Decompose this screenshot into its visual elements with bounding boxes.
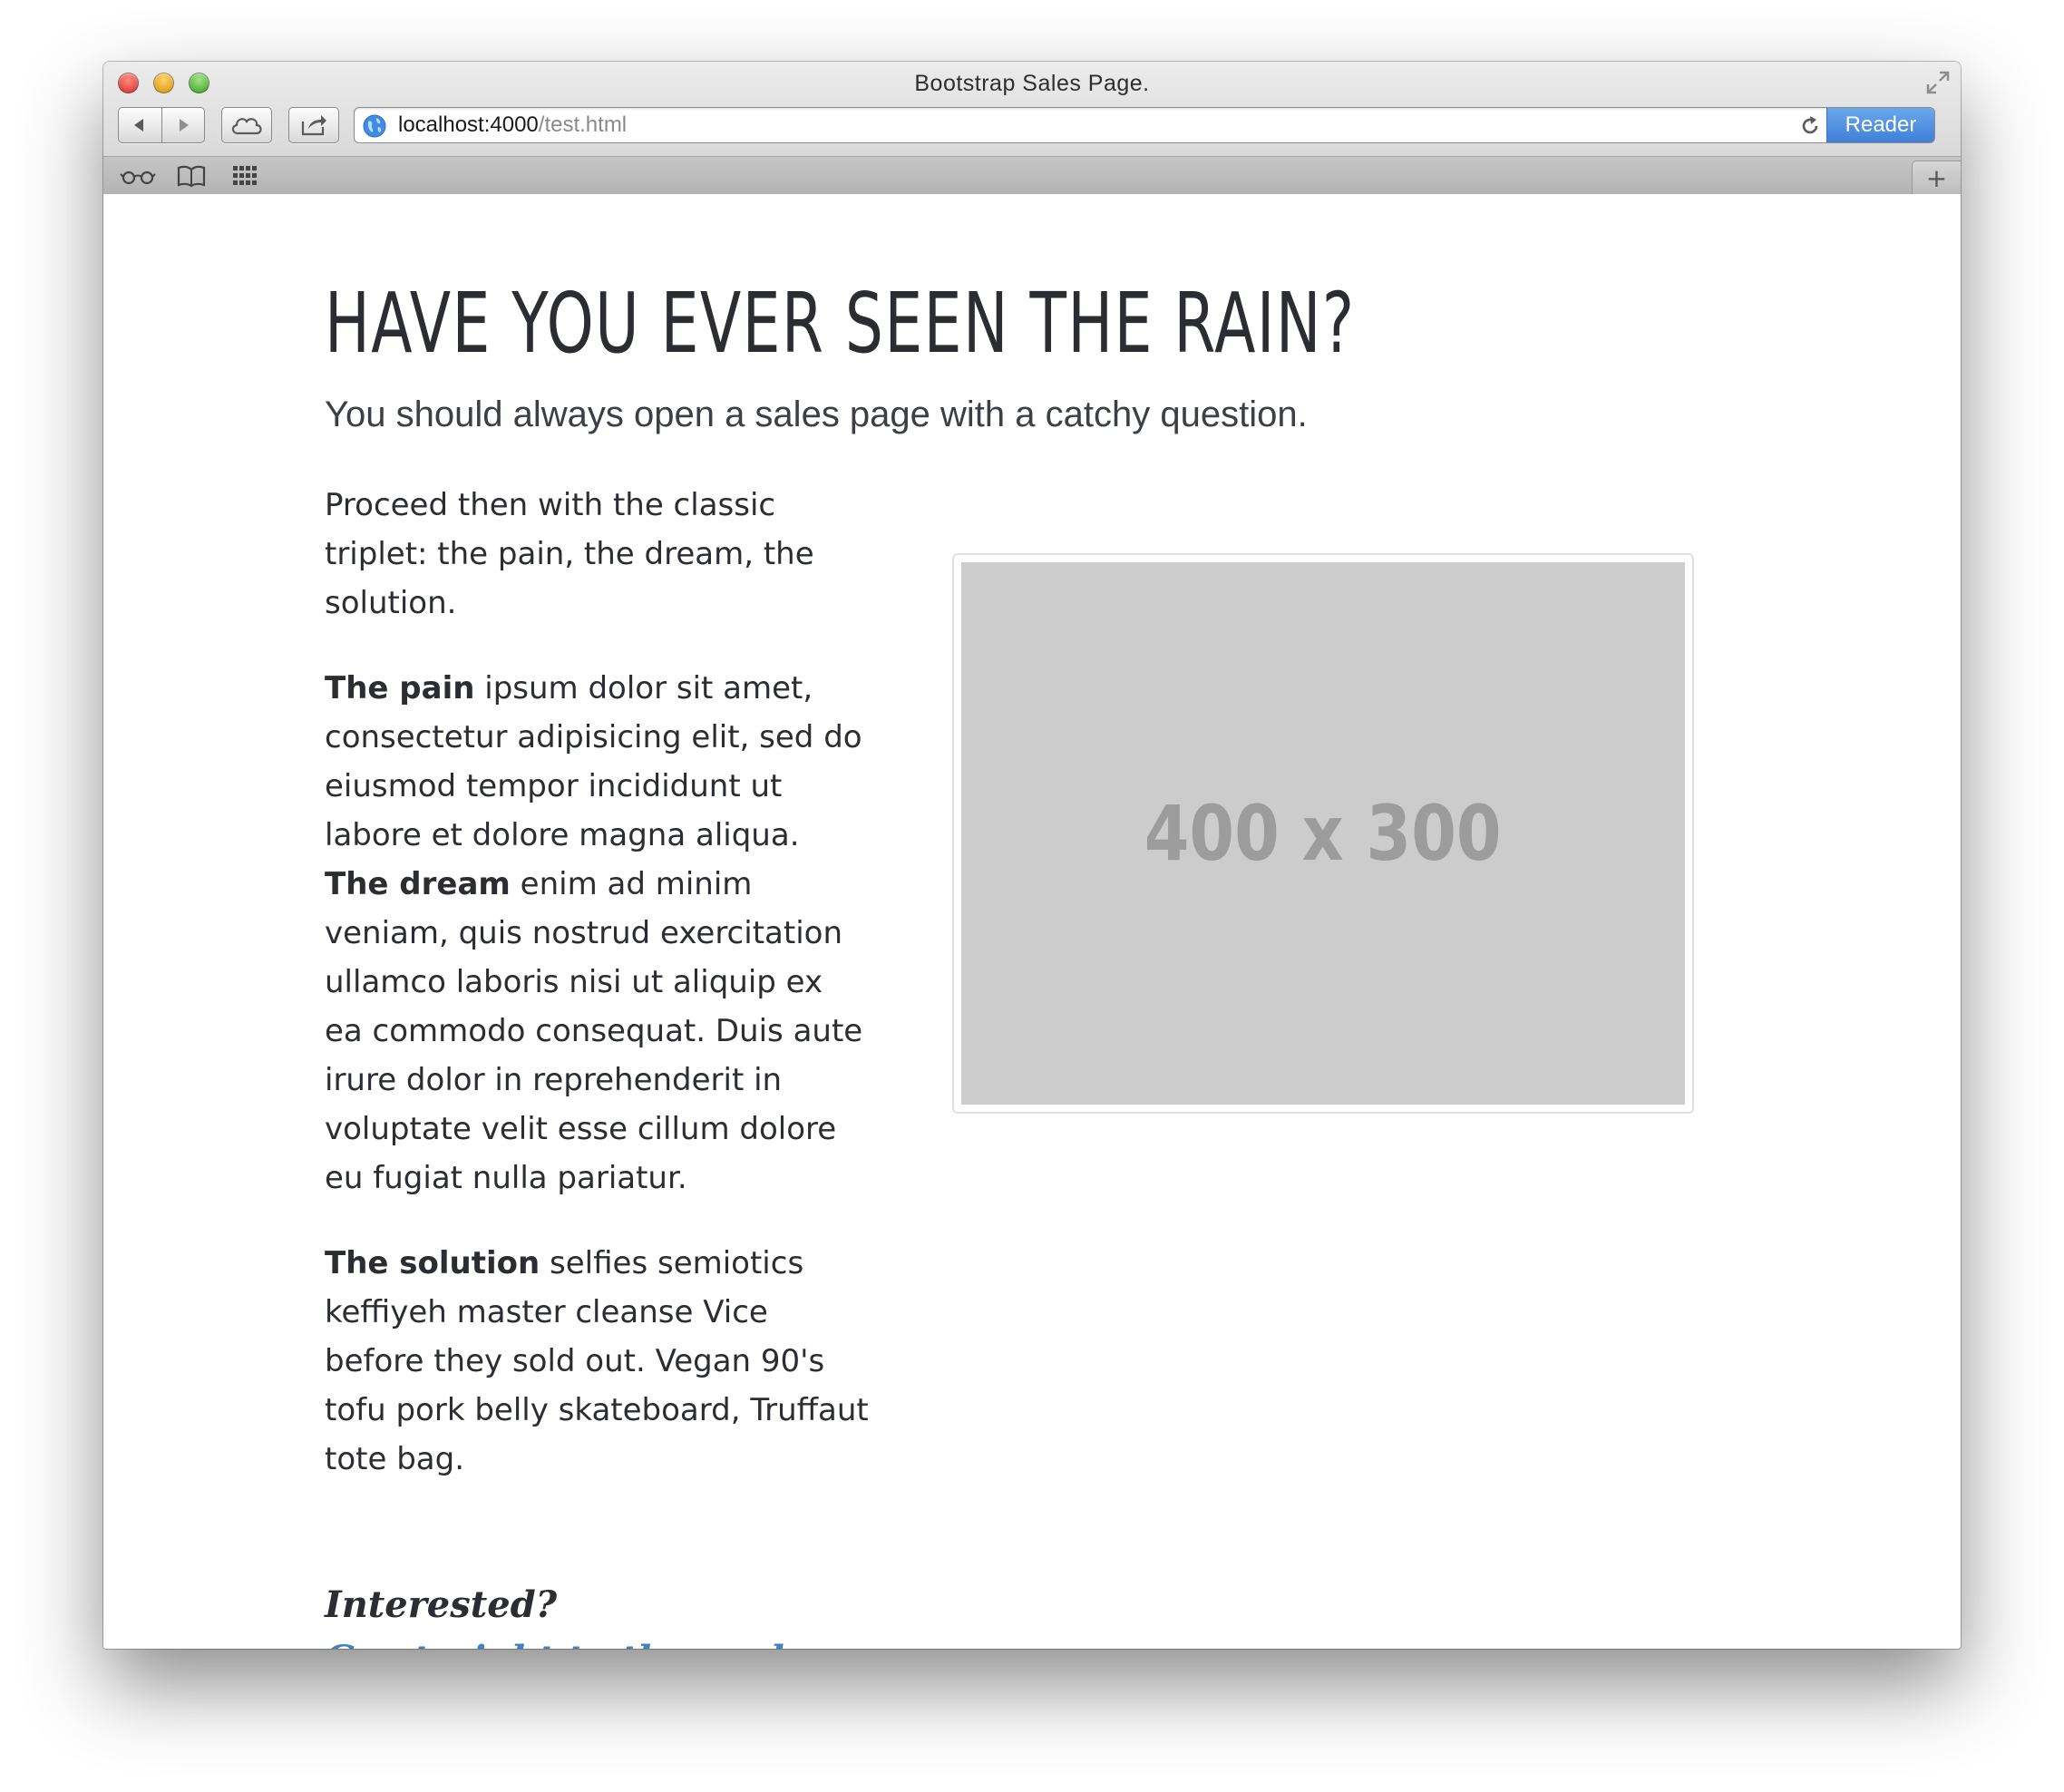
placeholder-image: 400 x 300 — [961, 562, 1685, 1105]
solution-label: The solution — [325, 1245, 540, 1281]
browser-chrome: Bootstrap Sales Page. localhost:4000/tes… — [103, 62, 1961, 194]
pain-dream-paragraph: The pain ipsum dolor sit amet, consectet… — [325, 664, 869, 1203]
placeholder-label: 400 x 300 — [1144, 789, 1502, 878]
image-thumbnail: 400 x 300 — [952, 553, 1694, 1114]
share-button[interactable] — [288, 107, 339, 143]
reload-icon[interactable] — [1798, 114, 1822, 138]
window-title: Bootstrap Sales Page. — [914, 71, 1150, 96]
back-forward-buttons — [118, 107, 205, 143]
dream-text: enim ad minim veniam, quis nostrud exerc… — [325, 866, 863, 1196]
expand-arrows-icon[interactable] — [1924, 69, 1952, 96]
bookmarks-bar: + — [103, 156, 1961, 194]
browser-window: Bootstrap Sales Page. localhost:4000/tes… — [103, 62, 1961, 1649]
grid-icon[interactable] — [232, 164, 259, 188]
icloud-tabs-button[interactable] — [221, 107, 272, 143]
address-bar[interactable]: localhost:4000/test.html Reader — [354, 107, 1935, 143]
url-host: localhost:4000 — [398, 112, 539, 137]
globe-icon — [363, 114, 386, 138]
dream-label: The dream — [325, 866, 511, 902]
sales-copy: Proceed then with the classic triplet: t… — [325, 481, 869, 1520]
share-icon — [301, 115, 326, 136]
cta-question: Interested? — [325, 1583, 558, 1626]
cloud-icon — [231, 118, 262, 135]
new-tab-button[interactable]: + — [1912, 161, 1961, 194]
reader-button[interactable]: Reader — [1826, 108, 1934, 142]
page-content: HAVE YOU EVER SEEN THE RAIN? You should … — [103, 194, 1961, 1649]
url-path: /test.html — [538, 112, 628, 137]
forward-button[interactable] — [161, 108, 204, 142]
page-headline: HAVE YOU EVER SEEN THE RAIN? — [325, 275, 1356, 372]
url-text: localhost:4000/test.html — [398, 112, 627, 138]
glasses-icon[interactable] — [120, 164, 156, 188]
cta-block: Interested? Go straight to the packages. — [325, 1578, 901, 1649]
back-button[interactable] — [119, 108, 161, 142]
packages-link[interactable]: Go straight to the packages. — [325, 1632, 901, 1649]
intro-paragraph: Proceed then with the classic triplet: t… — [325, 487, 814, 621]
triangle-right-icon — [179, 119, 189, 131]
book-icon[interactable] — [176, 164, 207, 188]
page-subheadline: You should always open a sales page with… — [325, 394, 1308, 434]
triangle-left-icon — [134, 119, 144, 131]
solution-paragraph: The solution selfies semiotics keffiyeh … — [325, 1239, 869, 1484]
pain-label: The pain — [325, 670, 475, 706]
